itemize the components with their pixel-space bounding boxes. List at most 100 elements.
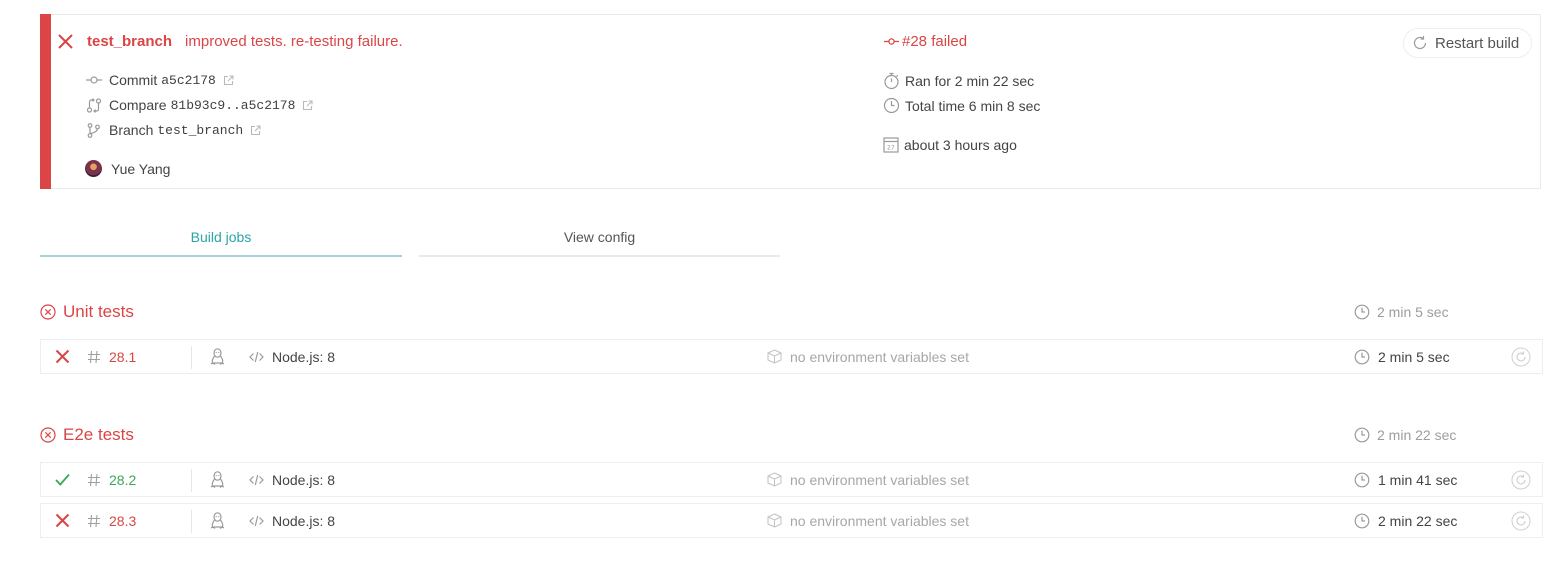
code-icon (249, 474, 264, 485)
clock-icon (1354, 427, 1370, 443)
box-icon (767, 472, 782, 487)
restart-icon (1413, 36, 1427, 50)
stage-duration: 2 min 5 sec (1354, 304, 1449, 320)
build-title-row: test_branch improved tests. re-testing f… (57, 33, 403, 50)
compare-row[interactable]: Compare 81b93c9..a5c2178 (86, 97, 313, 113)
restart-icon (1511, 470, 1531, 489)
job-os (210, 504, 225, 537)
job-os (210, 340, 225, 373)
clock-icon (883, 97, 900, 114)
external-link-icon (303, 99, 313, 110)
code-icon (249, 515, 264, 526)
job-number[interactable]: 28.3 (87, 504, 136, 537)
stage-name: Unit tests (63, 302, 134, 321)
clock-icon (1354, 472, 1370, 487)
passed-check-icon (55, 473, 70, 486)
job-number-text: 28.3 (109, 512, 137, 529)
job-env-text: no environment variables set (790, 512, 969, 529)
linux-icon (210, 511, 225, 529)
compare-range: 81b93c9..a5c2178 (170, 97, 296, 113)
job-number-text: 28.1 (109, 348, 137, 365)
job-env: no environment variables set (767, 463, 969, 496)
commit-row[interactable]: Commit a5c2178 (86, 72, 234, 88)
job-language-text: Node.js: 8 (272, 512, 336, 529)
divider (191, 469, 192, 492)
stage-duration: 2 min 22 sec (1354, 427, 1456, 443)
restart-icon (1511, 347, 1531, 366)
restart-build-label: Restart build (1435, 34, 1520, 52)
job-state (55, 340, 70, 373)
restart-build-button[interactable]: Restart build (1403, 28, 1533, 58)
clock-icon (1354, 349, 1370, 364)
divider (191, 510, 192, 533)
job-env-text: no environment variables set (790, 348, 969, 365)
failed-x-icon (55, 349, 70, 364)
linux-icon (210, 470, 225, 488)
restart-job-button[interactable] (1511, 504, 1531, 537)
job-row[interactable]: 28.2 Node.js: 8 no environment variables… (40, 462, 1543, 497)
restart-job-button[interactable] (1511, 463, 1531, 496)
external-link-icon (251, 124, 261, 135)
stage-header-e2e-tests: E2e tests (40, 425, 134, 445)
compare-label: Compare (109, 97, 167, 113)
commit-icon (884, 38, 899, 45)
job-language: Node.js: 8 (249, 340, 335, 373)
failed-x-icon (55, 513, 70, 528)
tab-build-jobs-label: Build jobs (190, 228, 252, 245)
commit-icon (86, 76, 102, 84)
stage-name: E2e tests (63, 425, 134, 444)
ran-for-row: Ran for 2 min 22 sec (883, 72, 1034, 90)
author-name: Yue Yang (111, 160, 171, 177)
job-row[interactable]: 28.1 Node.js: 8 no environment variables… (40, 339, 1543, 374)
hash-icon (88, 473, 100, 486)
job-row[interactable]: 28.3 Node.js: 8 no environment variables… (40, 503, 1543, 538)
build-status-text: #28 failed (902, 33, 968, 50)
clock-icon (1354, 304, 1370, 320)
job-env: no environment variables set (767, 504, 969, 537)
stopwatch-icon (884, 72, 899, 90)
job-env: no environment variables set (767, 340, 969, 373)
failed-circle-icon (40, 304, 56, 320)
hash-icon (88, 514, 100, 527)
job-language-text: Node.js: 8 (272, 471, 336, 488)
linux-icon (210, 347, 225, 365)
branch-name-link[interactable]: test_branch (87, 33, 172, 50)
branch-value: test_branch (157, 122, 244, 138)
job-duration: 2 min 5 sec (1354, 340, 1450, 373)
job-language: Node.js: 8 (249, 463, 335, 496)
commit-message[interactable]: improved tests. re-testing failure. (185, 33, 403, 50)
tab-build-jobs[interactable]: Build jobs (40, 218, 402, 257)
job-state (55, 504, 70, 537)
compare-icon (86, 97, 102, 113)
stage-header-unit-tests: Unit tests (40, 302, 134, 322)
job-language: Node.js: 8 (249, 504, 335, 537)
failed-circle-icon (40, 427, 56, 443)
stage-duration-text: 2 min 5 sec (1377, 304, 1449, 320)
code-icon (249, 351, 264, 362)
commit-hash: a5c2178 (161, 72, 216, 88)
job-duration: 2 min 22 sec (1354, 504, 1457, 537)
avatar (85, 160, 102, 177)
tab-view-config-label: View config (563, 228, 636, 245)
clock-icon (1354, 513, 1370, 528)
job-number[interactable]: 28.2 (87, 463, 136, 496)
job-duration: 1 min 41 sec (1354, 463, 1457, 496)
failed-status-stripe (40, 14, 51, 189)
hash-icon (88, 350, 100, 363)
job-env-text: no environment variables set (790, 471, 969, 488)
tab-view-config[interactable]: View config (419, 218, 780, 257)
restart-job-button[interactable] (1511, 340, 1531, 373)
divider (191, 346, 192, 369)
build-status-row[interactable]: #28 failed (884, 33, 967, 50)
branch-row[interactable]: Branch test_branch (86, 122, 261, 138)
job-duration-text: 2 min 5 sec (1378, 348, 1450, 365)
author-row: Yue Yang (85, 160, 170, 177)
finished-row: 27 about 3 hours ago (883, 136, 1017, 153)
ran-for-text: Ran for 2 min 22 sec (905, 73, 1035, 89)
box-icon (767, 513, 782, 528)
total-time-row: Total time 6 min 8 sec (883, 97, 1040, 114)
job-number[interactable]: 28.1 (87, 340, 136, 373)
job-os (210, 463, 225, 496)
total-time-text: Total time 6 min 8 sec (905, 97, 1041, 114)
job-duration-text: 1 min 41 sec (1378, 471, 1458, 488)
